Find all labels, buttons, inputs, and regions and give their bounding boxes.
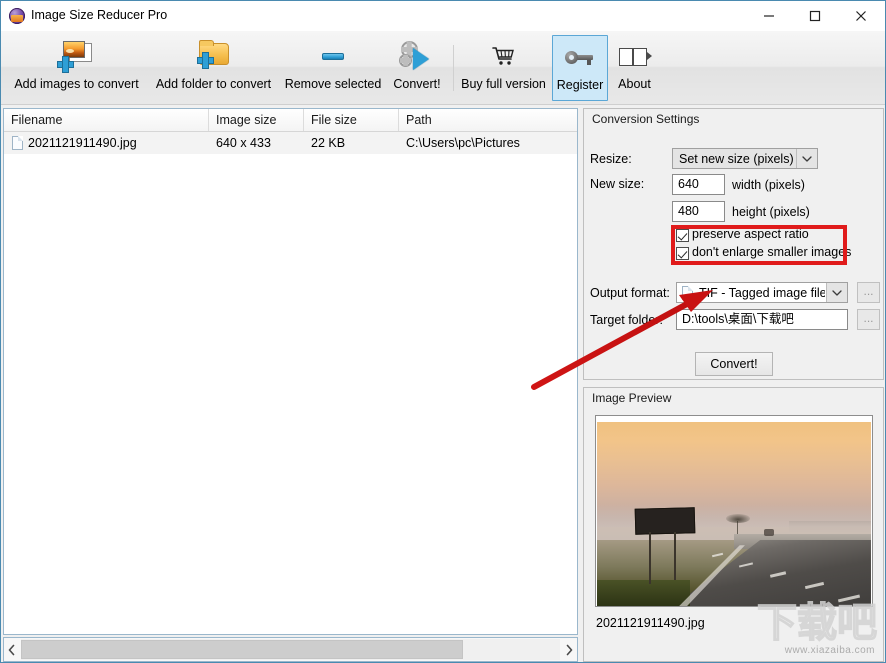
add-images-label: Add images to convert (14, 77, 139, 91)
file-list-header: Filename Image size File size Path (4, 109, 577, 132)
about-label: About (618, 77, 651, 91)
application-window: Image Size Reducer Pro Add images to con… (0, 0, 886, 663)
remove-selected-label: Remove selected (284, 77, 382, 91)
convert-gears-icon (397, 39, 437, 75)
format-file-icon (682, 286, 693, 300)
horizontal-scrollbar[interactable] (3, 637, 578, 662)
file-icon (12, 136, 23, 150)
output-format-browse-button[interactable]: ... (857, 282, 880, 303)
add-folder-label: Add folder to convert (155, 77, 272, 91)
new-size-label: New size: (590, 177, 645, 191)
image-preview-panel: Image Preview 2021121911490.jpg (583, 387, 884, 662)
about-button[interactable]: About (611, 35, 658, 101)
output-format-label: Output format: (590, 286, 670, 300)
target-folder-label: Target folder: (590, 313, 663, 327)
window-title: Image Size Reducer Pro (31, 8, 168, 22)
remove-selected-button[interactable]: Remove selected (282, 35, 384, 101)
preview-frame (595, 415, 873, 607)
chevron-right-icon[interactable] (561, 639, 577, 660)
book-icon (615, 39, 655, 75)
column-header-path[interactable]: Path (399, 109, 577, 131)
register-button[interactable]: Register (552, 35, 608, 101)
height-suffix-label: height (pixels) (732, 205, 810, 219)
maximize-button[interactable] (792, 1, 838, 30)
convert-toolbar-button[interactable]: Convert! (389, 35, 445, 101)
width-input[interactable]: 640 (672, 174, 725, 195)
output-format-value: TIF - Tagged image file (699, 286, 825, 300)
file-list[interactable]: Filename Image size File size Path 20211… (3, 108, 578, 635)
preserve-aspect-ratio-label: preserve aspect ratio (692, 227, 809, 241)
minimize-button[interactable] (746, 1, 792, 30)
key-icon (560, 40, 600, 76)
toolbar-separator (453, 45, 454, 91)
app-logo-icon (9, 8, 25, 24)
table-row[interactable]: 2021121911490.jpg 640 x 433 22 KB C:\Use… (4, 132, 577, 154)
add-folder-icon (194, 39, 234, 75)
cell-path: C:\Users\pc\Pictures (406, 136, 520, 150)
height-input[interactable]: 480 (672, 201, 725, 222)
close-button[interactable] (838, 1, 884, 30)
output-format-combo[interactable]: TIF - Tagged image file (676, 282, 848, 303)
conversion-settings-panel: Conversion Settings Resize: Set new size… (583, 108, 884, 380)
billboard-shape (635, 507, 696, 536)
resize-combo[interactable]: Set new size (pixels) (672, 148, 818, 169)
convert-toolbar-label: Convert! (393, 77, 441, 91)
width-suffix-label: width (pixels) (732, 178, 805, 192)
buy-full-version-button[interactable]: Buy full version (458, 35, 549, 101)
resize-label: Resize: (590, 152, 632, 166)
scrollbar-thumb[interactable] (21, 640, 463, 659)
register-label: Register (556, 78, 604, 92)
checkbox-indicator[interactable] (676, 229, 689, 242)
chevron-left-icon[interactable] (4, 639, 20, 660)
target-folder-browse-button[interactable]: ... (857, 309, 880, 330)
add-folder-to-convert-button[interactable]: Add folder to convert (148, 35, 279, 101)
dont-enlarge-smaller-images-label: don't enlarge smaller images (692, 245, 852, 259)
column-header-image-size[interactable]: Image size (209, 109, 304, 131)
main-toolbar: Add images to convert Add folder to conv… (1, 31, 885, 105)
chevron-down-icon[interactable] (796, 149, 817, 168)
preview-image (597, 422, 871, 606)
cell-file-size: 22 KB (311, 136, 346, 150)
conversion-settings-title: Conversion Settings (592, 112, 700, 126)
chevron-down-icon[interactable] (826, 283, 847, 302)
image-preview-title: Image Preview (592, 391, 672, 405)
shopping-cart-icon (484, 39, 524, 75)
remove-icon (313, 39, 353, 75)
add-images-to-convert-button[interactable]: Add images to convert (7, 35, 146, 101)
convert-button[interactable]: Convert! (695, 352, 773, 376)
title-bar: Image Size Reducer Pro (1, 1, 885, 31)
resize-combo-value: Set new size (pixels) (679, 152, 794, 166)
column-header-file-size[interactable]: File size (304, 109, 399, 131)
cell-filename: 2021121911490.jpg (28, 136, 137, 150)
target-folder-input[interactable]: D:\tools\桌面\下载吧 (676, 309, 848, 330)
add-images-icon (57, 39, 97, 75)
checkbox-indicator[interactable] (676, 247, 689, 260)
column-header-filename[interactable]: Filename (4, 109, 209, 131)
buy-full-version-label: Buy full version (461, 77, 546, 91)
cell-image-size: 640 x 433 (216, 136, 271, 150)
preview-filename: 2021121911490.jpg (596, 616, 705, 630)
